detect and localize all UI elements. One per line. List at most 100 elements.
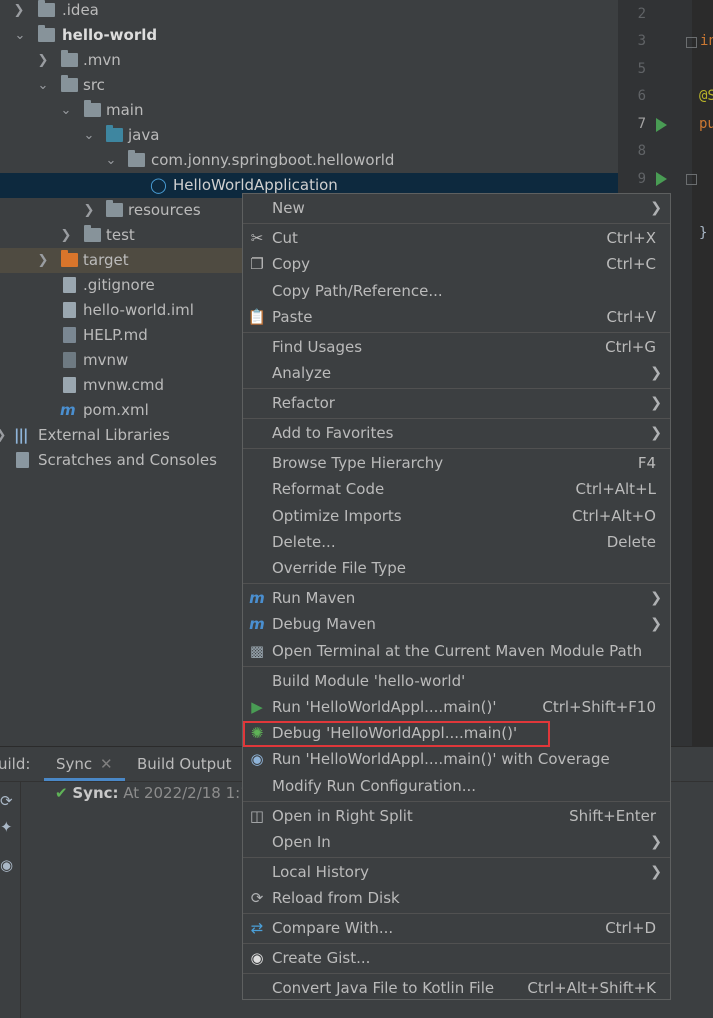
menu-item-debug-maven[interactable]: m Debug Maven ❯ <box>243 611 670 637</box>
gitignore-file-icon <box>63 277 76 293</box>
chevron-right-icon[interactable]: ❯ <box>36 48 50 73</box>
text-file-icon <box>63 377 76 393</box>
menu-item-shortcut: Delete <box>606 533 656 551</box>
chevron-right-icon[interactable]: ❯ <box>12 0 26 23</box>
menu-item-analyze[interactable]: Analyze ❯ <box>243 360 670 386</box>
run-icon: ▶ <box>251 698 263 716</box>
menu-item-run[interactable]: ▶ Run 'HelloWorldAppl....main()' Ctrl+Sh… <box>243 694 670 720</box>
tab-sync[interactable]: Sync ✕ <box>44 747 125 781</box>
chevron-right-icon[interactable]: ❯ <box>82 198 96 223</box>
menu-separator <box>243 448 670 449</box>
menu-item-modify-run-configuration[interactable]: Modify Run Configuration... <box>243 773 670 799</box>
menu-item-optimize-imports[interactable]: Optimize Imports Ctrl+Alt+O <box>243 503 670 529</box>
submenu-arrow-icon: ❯ <box>650 365 662 381</box>
tree-item-label: resources <box>128 201 201 219</box>
menu-item-reformat-code[interactable]: Reformat Code Ctrl+Alt+L <box>243 476 670 502</box>
close-icon[interactable]: ✕ <box>100 755 113 773</box>
tree-item-label: test <box>106 226 135 244</box>
menu-item-reload-from-disk[interactable]: ⟳ Reload from Disk <box>243 885 670 911</box>
menu-item-label: Cut <box>272 229 298 247</box>
menu-item-label: Open in Right Split <box>272 807 413 825</box>
sync-status-row[interactable]: ✔ Sync: At 2022/2/18 1:1 <box>55 783 250 803</box>
chevron-right-icon[interactable]: ❯ <box>0 423 8 448</box>
eye-icon[interactable]: ◉ <box>0 856 14 874</box>
menu-item-shortcut: Ctrl+Alt+L <box>575 480 657 498</box>
menu-item-find-usages[interactable]: Find Usages Ctrl+G <box>243 334 670 360</box>
line-number: 6 <box>637 88 646 104</box>
menu-item-refactor[interactable]: Refactor ❯ <box>243 390 670 416</box>
menu-item-shortcut: Ctrl+V <box>606 308 656 326</box>
tree-item-hello-world[interactable]: ⌄ hello-world <box>0 23 618 48</box>
run-gutter-icon[interactable] <box>656 118 667 132</box>
tree-item-label: Scratches and Consoles <box>38 451 217 469</box>
menu-item-new[interactable]: New ❯ <box>243 195 670 221</box>
build-panel-title: uild: <box>0 755 31 773</box>
menu-item-run-maven[interactable]: m Run Maven ❯ <box>243 585 670 611</box>
source-folder-icon <box>106 125 123 142</box>
menu-item-convert-to-kotlin[interactable]: Convert Java File to Kotlin File Ctrl+Al… <box>243 975 670 1001</box>
code-text: @S <box>699 88 713 104</box>
menu-item-copy[interactable]: ❐ Copy Ctrl+C <box>243 251 670 277</box>
pin-icon[interactable]: ✦ <box>0 818 14 836</box>
menu-item-label: Run 'HelloWorldAppl....main()' with Cove… <box>272 750 610 768</box>
tree-item-label: java <box>128 126 160 144</box>
menu-item-label: Reload from Disk <box>272 889 400 907</box>
tab-label: Sync <box>56 755 93 773</box>
tree-item-idea[interactable]: ❯ .idea <box>0 0 618 23</box>
chevron-right-icon[interactable]: ❯ <box>59 223 73 248</box>
tree-item-label: com.jonny.springboot.helloworld <box>151 151 395 169</box>
menu-item-add-to-favorites[interactable]: Add to Favorites ❯ <box>243 420 670 446</box>
sync-status-text: At 2022/2/18 1:1 <box>123 784 250 802</box>
menu-item-local-history[interactable]: Local History ❯ <box>243 859 670 885</box>
line-number: 9 <box>637 171 646 187</box>
line-number: 7 <box>637 116 646 132</box>
tree-item-java[interactable]: ⌄ java <box>0 123 618 148</box>
menu-item-override-file-type[interactable]: Override File Type <box>243 555 670 581</box>
menu-item-delete[interactable]: Delete... Delete <box>243 529 670 555</box>
tree-item-label: hello-world <box>62 26 158 44</box>
coverage-icon: ◉ <box>250 750 264 768</box>
menu-item-browse-type-hierarchy[interactable]: Browse Type Hierarchy F4 <box>243 450 670 476</box>
tree-item-src[interactable]: ⌄ src <box>0 73 618 98</box>
tree-item-label: .idea <box>62 1 99 19</box>
tree-item-main[interactable]: ⌄ main <box>0 98 618 123</box>
tab-build-output[interactable]: Build Output <box>137 747 232 781</box>
terminal-icon: ▩ <box>249 642 265 660</box>
chevron-down-icon[interactable]: ⌄ <box>13 23 27 48</box>
menu-item-label: Analyze <box>272 364 332 382</box>
menu-item-shortcut: Ctrl+G <box>605 338 656 356</box>
menu-item-open-in-right-split[interactable]: ◫ Open in Right Split Shift+Enter <box>243 803 670 829</box>
shell-file-icon <box>63 352 76 368</box>
code-text: } <box>699 225 708 241</box>
tree-item-mvn[interactable]: ❯ .mvn <box>0 48 618 73</box>
menu-item-create-gist[interactable]: ◉ Create Gist... <box>243 945 670 971</box>
debug-highlight-box <box>243 721 550 747</box>
package-icon <box>128 150 145 167</box>
chevron-right-icon[interactable]: ❯ <box>36 248 50 273</box>
menu-item-paste[interactable]: 📋 Paste Ctrl+V <box>243 304 670 330</box>
tree-item-package[interactable]: ⌄ com.jonny.springboot.helloworld <box>0 148 618 173</box>
menu-item-copy-path[interactable]: Copy Path/Reference... <box>243 278 670 304</box>
checkmark-icon: ✔ <box>55 784 68 802</box>
menu-item-cut[interactable]: ✂ Cut Ctrl+X <box>243 225 670 251</box>
excluded-folder-icon <box>61 250 78 267</box>
chevron-down-icon[interactable]: ⌄ <box>59 98 73 123</box>
menu-separator <box>243 223 670 224</box>
menu-item-open-in[interactable]: Open In ❯ <box>243 829 670 855</box>
fold-icon[interactable] <box>686 174 697 185</box>
maven-debug-icon: m <box>249 615 265 633</box>
refresh-icon[interactable]: ⟳ <box>0 792 14 810</box>
reload-icon: ⟳ <box>250 889 264 907</box>
chevron-down-icon[interactable]: ⌄ <box>82 123 96 148</box>
run-gutter-icon[interactable] <box>656 172 667 186</box>
folder-icon <box>61 50 78 67</box>
code-text: pu <box>699 116 713 132</box>
menu-item-compare-with[interactable]: ⇄ Compare With... Ctrl+D <box>243 915 670 941</box>
menu-item-run-with-coverage[interactable]: ◉ Run 'HelloWorldAppl....main()' with Co… <box>243 746 670 772</box>
fold-icon[interactable] <box>686 37 697 48</box>
chevron-down-icon[interactable]: ⌄ <box>104 148 118 173</box>
menu-item-shortcut: Shift+Enter <box>569 807 656 825</box>
menu-item-open-terminal[interactable]: ▩ Open Terminal at the Current Maven Mod… <box>243 638 670 664</box>
chevron-down-icon[interactable]: ⌄ <box>36 73 50 98</box>
menu-item-build-module[interactable]: Build Module 'hello-world' <box>243 668 670 694</box>
